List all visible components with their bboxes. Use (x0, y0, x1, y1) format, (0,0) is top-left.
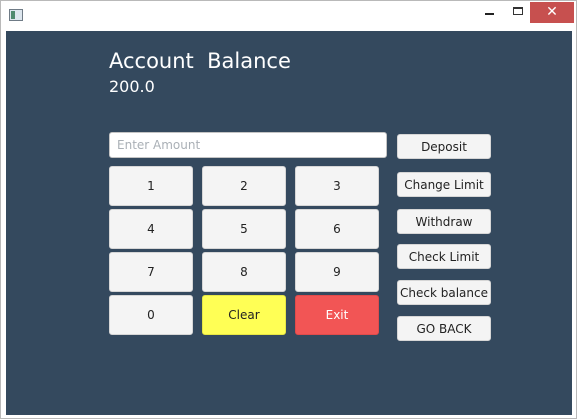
key-5-button[interactable]: 5 (202, 209, 286, 249)
app-window: ✕ Account Balance 200.0 1 2 3 4 5 6 7 8 … (0, 0, 577, 419)
key-0-button[interactable]: 0 (109, 295, 193, 335)
key-7-button[interactable]: 7 (109, 252, 193, 292)
close-button[interactable]: ✕ (530, 2, 574, 23)
check-limit-button[interactable]: Check Limit (397, 244, 491, 269)
app-icon (9, 9, 23, 21)
withdraw-button[interactable]: Withdraw (397, 209, 491, 234)
exit-button[interactable]: Exit (295, 295, 379, 335)
key-3-button[interactable]: 3 (295, 166, 379, 206)
close-icon: ✕ (546, 4, 558, 20)
key-1-button[interactable]: 1 (109, 166, 193, 206)
amount-input[interactable] (109, 132, 387, 158)
page-title: Account Balance (109, 49, 291, 73)
key-8-button[interactable]: 8 (202, 252, 286, 292)
go-back-button[interactable]: GO BACK (397, 316, 491, 341)
key-9-button[interactable]: 9 (295, 252, 379, 292)
clear-button[interactable]: Clear (202, 295, 286, 335)
check-balance-button[interactable]: Check balance (397, 280, 491, 305)
key-6-button[interactable]: 6 (295, 209, 379, 249)
change-limit-button[interactable]: Change Limit (397, 172, 491, 197)
minimize-button[interactable] (477, 1, 503, 23)
balance-value: 200.0 (109, 77, 155, 96)
main-panel: Account Balance 200.0 1 2 3 4 5 6 7 8 9 … (6, 31, 572, 415)
maximize-button[interactable] (506, 1, 532, 23)
title-bar: ✕ (1, 1, 576, 31)
key-4-button[interactable]: 4 (109, 209, 193, 249)
deposit-button[interactable]: Deposit (397, 134, 491, 159)
key-2-button[interactable]: 2 (202, 166, 286, 206)
